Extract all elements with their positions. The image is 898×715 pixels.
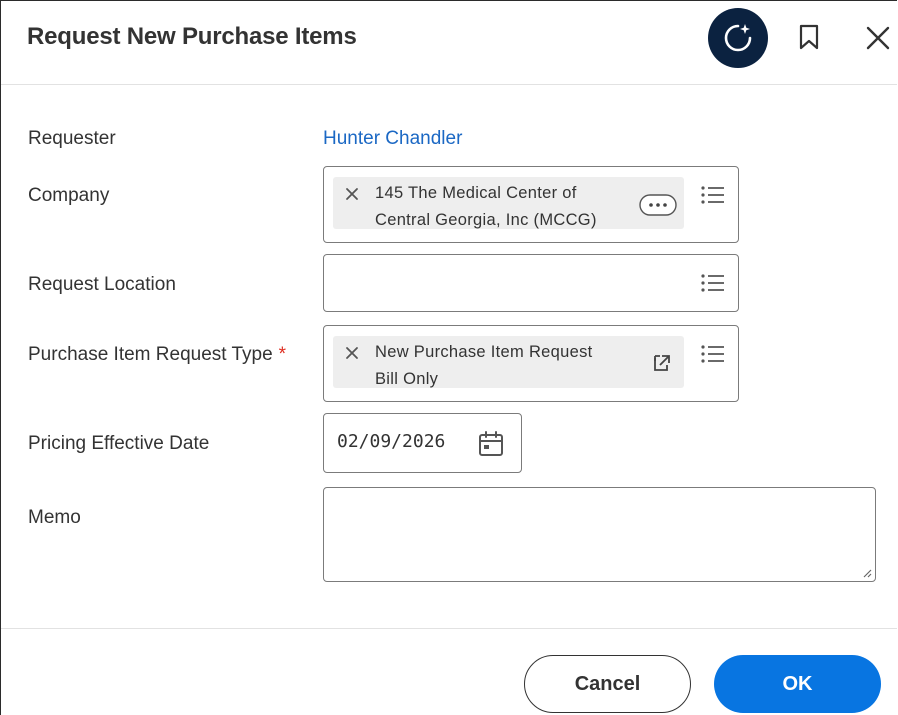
- request-type-list-icon[interactable]: [700, 343, 726, 365]
- dialog-header: Request New Purchase Items: [1, 1, 897, 85]
- request-location-field[interactable]: [323, 254, 739, 312]
- purchase-item-request-type-label: Purchase Item Request Type *: [28, 344, 286, 366]
- dialog-footer: Cancel OK: [1, 628, 897, 715]
- required-marker: *: [278, 344, 287, 365]
- requester-label: Requester: [28, 128, 116, 149]
- purchase-item-request-type-label-text: Purchase Item Request Type: [28, 344, 273, 365]
- resize-grip-icon[interactable]: [862, 568, 872, 578]
- dialog-title: Request New Purchase Items: [27, 23, 357, 50]
- ok-button[interactable]: OK: [714, 655, 881, 713]
- company-line-2: Central Georgia, Inc (MCCG): [375, 211, 597, 229]
- company-list-icon[interactable]: [700, 184, 726, 206]
- close-button[interactable]: [859, 19, 897, 57]
- pricing-effective-date-label: Pricing Effective Date: [28, 433, 210, 454]
- request-type-line-2: Bill Only: [375, 370, 439, 388]
- sparkle-refresh-icon: [724, 24, 752, 52]
- remove-request-type-x-icon[interactable]: [345, 346, 359, 360]
- request-type-selected-text: New Purchase Item Request Bill Only: [375, 339, 593, 393]
- purchase-item-request-type-field[interactable]: New Purchase Item Request Bill Only: [323, 325, 739, 402]
- company-line-1: 145 The Medical Center of: [375, 184, 577, 202]
- request-type-line-1: New Purchase Item Request: [375, 343, 593, 361]
- pricing-effective-date-field[interactable]: 02/09/2026: [323, 413, 522, 473]
- company-selected-text: 145 The Medical Center of Central Georgi…: [375, 180, 597, 234]
- bookmark-icon: [799, 24, 819, 50]
- remove-company-x-icon[interactable]: [345, 187, 359, 201]
- pricing-effective-date-value[interactable]: 02/09/2026: [337, 431, 445, 452]
- memo-label: Memo: [28, 507, 81, 528]
- close-icon: [866, 26, 890, 50]
- request-location-list-icon[interactable]: [700, 272, 726, 294]
- external-link-icon[interactable]: [653, 354, 671, 372]
- calendar-icon[interactable]: [477, 430, 505, 458]
- memo-textarea[interactable]: [323, 487, 876, 582]
- requester-link[interactable]: Hunter Chandler: [323, 128, 462, 150]
- company-selected-pill[interactable]: 145 The Medical Center of Central Georgi…: [333, 177, 684, 229]
- assistant-button[interactable]: [708, 8, 768, 68]
- request-location-label: Request Location: [28, 274, 176, 295]
- request-type-selected-pill[interactable]: New Purchase Item Request Bill Only: [333, 336, 684, 388]
- bookmark-button[interactable]: [791, 19, 827, 55]
- more-horizontal-icon[interactable]: [639, 194, 677, 216]
- cancel-button[interactable]: Cancel: [524, 655, 691, 713]
- company-field[interactable]: 145 The Medical Center of Central Georgi…: [323, 166, 739, 243]
- company-label: Company: [28, 185, 110, 206]
- request-new-purchase-items-dialog: Request New Purchase Items Requester Hun…: [0, 0, 897, 715]
